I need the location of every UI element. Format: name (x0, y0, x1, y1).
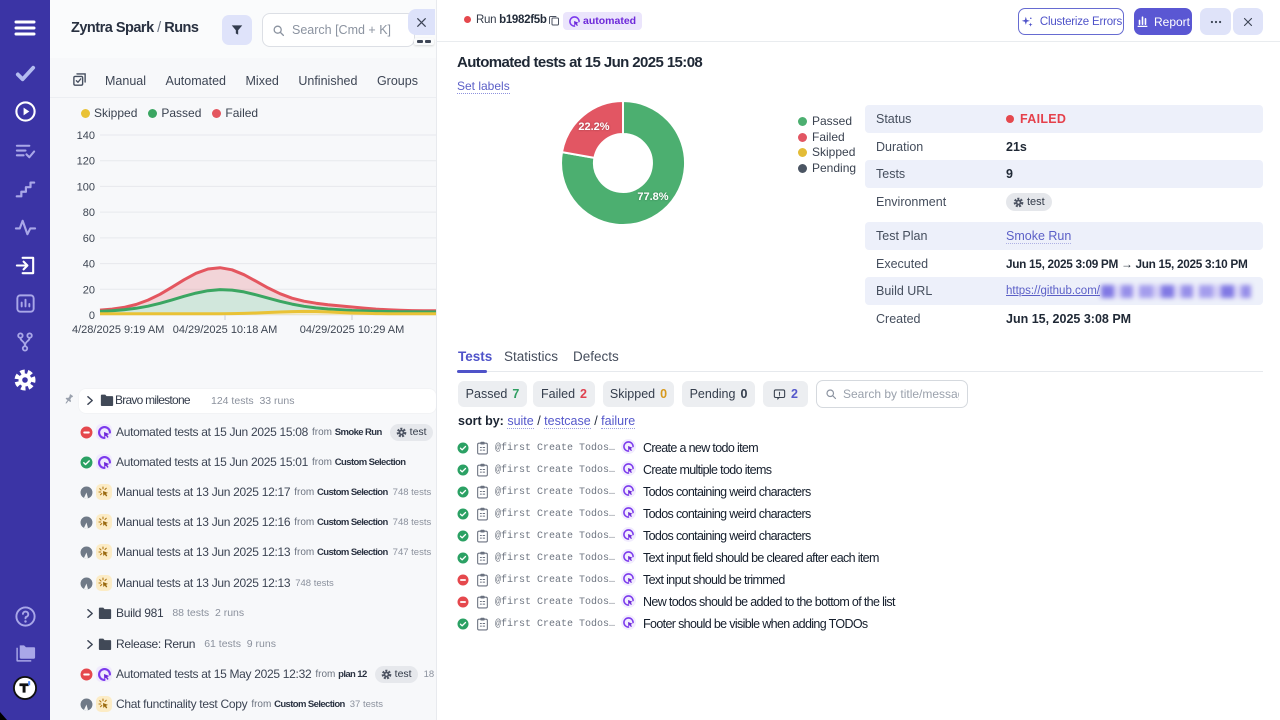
svg-text:04/29/2025 10:18 AM: 04/29/2025 10:18 AM (173, 324, 278, 336)
svg-text:80: 80 (83, 207, 95, 219)
svg-text:100: 100 (77, 181, 95, 193)
svg-text:4/28/2025 9:19 AM: 4/28/2025 9:19 AM (72, 324, 164, 336)
svg-text:140: 140 (77, 130, 95, 142)
svg-text:20: 20 (83, 284, 95, 296)
svg-text:0: 0 (89, 310, 95, 322)
svg-text:60: 60 (83, 233, 95, 245)
svg-text:120: 120 (77, 156, 95, 168)
svg-text:77.8%: 77.8% (637, 191, 668, 203)
svg-text:04/29/2025 10:29 AM: 04/29/2025 10:29 AM (300, 324, 405, 336)
svg-text:22.2%: 22.2% (578, 121, 609, 133)
svg-text:40: 40 (83, 259, 95, 271)
